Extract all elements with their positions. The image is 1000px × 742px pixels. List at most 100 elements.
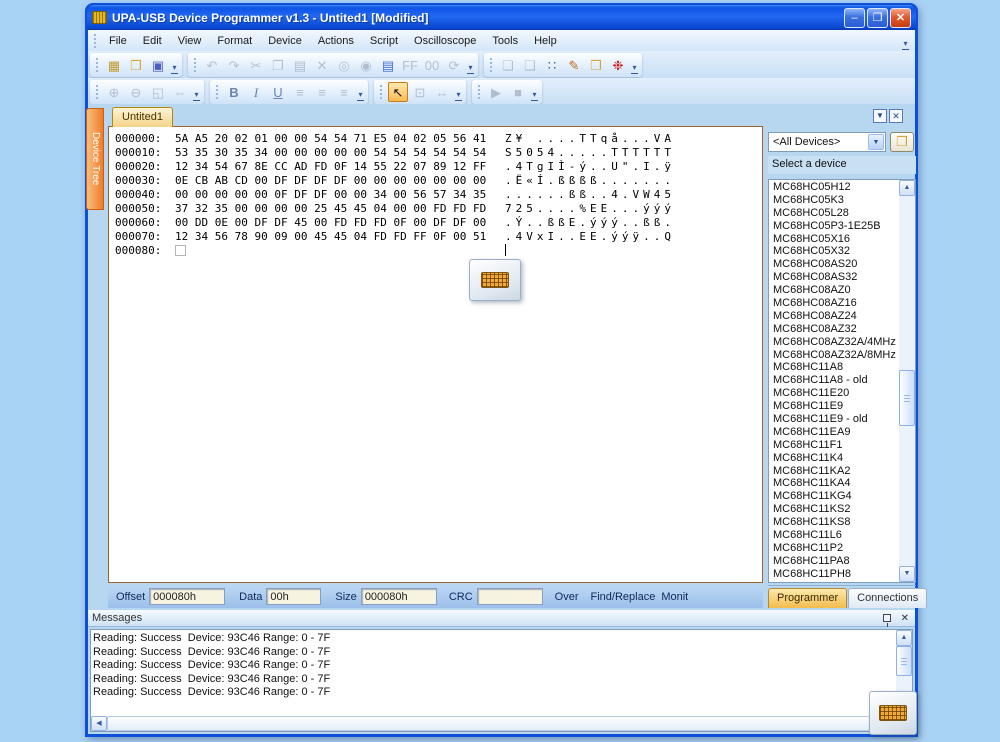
hex-editor[interactable]: 000000: 5A A5 20 02 01 00 00 54 54 71 E5… (108, 126, 763, 583)
device-list-item[interactable]: MC68HC11KG4 (770, 490, 898, 503)
new-file-button[interactable]: ▦ (104, 55, 124, 75)
device-list-item[interactable]: MC68HC08AZ32 (770, 323, 898, 336)
zoom-region-button[interactable]: ⊡ (410, 82, 430, 102)
device-list-item[interactable]: MC68HC08AZ32A/4MHz (770, 336, 898, 349)
refresh-button[interactable]: ⟳ (444, 55, 464, 75)
zoom-in-button[interactable]: ⊕ (104, 82, 124, 102)
align-left-button[interactable]: ≡ (290, 82, 310, 102)
device-list-item[interactable]: MC68HC11A8 - old (770, 374, 898, 387)
minimize-button[interactable]: – (844, 7, 865, 28)
edit-script-button[interactable]: ✎ (564, 55, 584, 75)
device-list-scrollbar[interactable]: ▲ ▼ (899, 180, 915, 582)
device-list-item[interactable]: MC68HC11K4 (770, 452, 898, 465)
device-list-item[interactable]: MC68HC11KS2 (770, 503, 898, 516)
device-list-item[interactable]: MC68HC05H12 (770, 181, 898, 194)
delete-button[interactable]: ✕ (312, 55, 332, 75)
toolbar-overflow-chevron[interactable]: ▾ (529, 83, 540, 101)
close-button[interactable]: ✕ (890, 7, 911, 28)
monitor-toggle[interactable]: Monit (661, 591, 688, 603)
hex-ascii[interactable]: .Ë«Í.ßßßß....... (505, 174, 675, 188)
menu-item[interactable]: Oscilloscope (406, 32, 484, 50)
device-list-item[interactable]: MC68HC11E9 - old (770, 413, 898, 426)
copy-button[interactable]: ❐ (268, 55, 288, 75)
find-next-button[interactable]: ◉ (356, 55, 376, 75)
device-list-item[interactable]: MC68HC11A8 (770, 361, 898, 374)
device-list-item[interactable]: MC68HC11P2 (770, 542, 898, 555)
tab-programmer[interactable]: Programmer (768, 588, 848, 608)
size-field[interactable]: 000080h (360, 588, 437, 605)
data-field[interactable]: 00h (266, 588, 322, 605)
menu-item[interactable]: View (170, 32, 210, 50)
cut-button[interactable]: ✂ (246, 55, 266, 75)
scroll-down-button[interactable]: ▼ (899, 566, 915, 582)
underline-button[interactable]: U (268, 82, 288, 102)
paste-button[interactable]: ▤ (290, 55, 310, 75)
menu-item[interactable]: Format (209, 32, 260, 50)
device-list-item[interactable]: MC68HC11PH8 (770, 568, 898, 581)
pin-icon[interactable] (882, 614, 891, 627)
menubar-grip[interactable] (93, 33, 98, 48)
redo-button[interactable]: ↷ (224, 55, 244, 75)
offset-field[interactable]: 000080h (149, 588, 226, 605)
device-list-item[interactable]: MC68HC05P3-1E25B (770, 220, 898, 233)
fit-page-button[interactable]: ◱ (148, 82, 168, 102)
device-list-item[interactable]: MC68HC08AZ0 (770, 284, 898, 297)
run-button[interactable]: ▶ (486, 82, 506, 102)
restore-button[interactable]: ❐ (867, 7, 888, 28)
messages-hscrollbar[interactable]: ◀ (91, 716, 896, 731)
hex-ascii[interactable]: .Ý..ßßE.ýýý..ßß. (505, 216, 675, 230)
device-folder-button[interactable]: ❒ (586, 55, 606, 75)
toolbar-overflow-chevron[interactable]: ▾ (191, 83, 202, 101)
next-page-button[interactable]: ❏ (520, 55, 540, 75)
scrollbar-thumb[interactable] (899, 370, 915, 426)
toolbar-overflow-chevron[interactable]: ▾ (629, 56, 640, 74)
hex-ascii[interactable]: ......ßß..4.VW45 (505, 188, 675, 202)
device-list-item[interactable]: MC68HC08AS32 (770, 271, 898, 284)
scrollbar-thumb[interactable] (896, 646, 912, 676)
zoom-out-button[interactable]: ⊖ (126, 82, 146, 102)
hex-selection-box[interactable] (175, 245, 186, 256)
save-button[interactable]: ▣ (148, 55, 168, 75)
chevron-down-icon[interactable]: ▼ (868, 134, 884, 150)
device-list-item[interactable]: MC68HC05K3 (770, 194, 898, 207)
tab-connections[interactable]: Connections (848, 588, 928, 608)
hex-ascii[interactable]: .4TgIÌ-ý..U".I.ÿ (505, 160, 675, 174)
device-list-item[interactable]: MC68HC05X16 (770, 233, 898, 246)
scroll-up-button[interactable]: ▲ (896, 630, 912, 646)
italic-button[interactable]: I (246, 82, 266, 102)
device-list-item[interactable]: MC68HC11E9 (770, 400, 898, 413)
toolbar-grip[interactable] (477, 84, 482, 99)
menu-item[interactable]: File (101, 32, 135, 50)
open-device-button[interactable]: ❒ (890, 132, 914, 152)
view-document-button[interactable]: ▤ (378, 55, 398, 75)
device-list-item[interactable]: MC68HC08AZ24 (770, 310, 898, 323)
device-list-item[interactable]: MC68HC11L6 (770, 529, 898, 542)
device-list-item[interactable]: MC68HC11KS8 (770, 516, 898, 529)
stop-button[interactable]: ■ (508, 82, 528, 102)
document-tab[interactable]: Untited1 (112, 107, 173, 127)
toolbar-grip[interactable] (379, 84, 384, 99)
hex-bytes[interactable]: 0E CB AB CD 00 DF DF DF DF 00 00 00 00 0… (175, 174, 493, 188)
device-list-item[interactable]: MC68HC08AS20 (770, 258, 898, 271)
hex-bytes[interactable]: 37 32 35 00 00 00 00 25 45 45 04 00 00 F… (175, 202, 493, 216)
device-filter-select[interactable]: <All Devices> ▼ (768, 132, 886, 152)
device-list-item[interactable]: MC68HC11EA9 (770, 426, 898, 439)
grid-button[interactable]: ∷ (542, 55, 562, 75)
device-list-item[interactable]: MC68HC11F1 (770, 439, 898, 452)
onscreen-keyboard-button[interactable] (469, 259, 521, 301)
menu-item[interactable]: Edit (135, 32, 170, 50)
device-list-item[interactable]: MC68HC11PA8 (770, 555, 898, 568)
measure-width-button[interactable]: ↔ (432, 82, 452, 102)
menu-item[interactable]: Actions (310, 32, 362, 50)
toolbar-overflow-chevron[interactable]: ▾ (465, 56, 476, 74)
toolbar-overflow-chevron[interactable]: ▾ (169, 56, 180, 74)
toolbar-grip[interactable] (95, 57, 100, 72)
fit-width-button[interactable]: ⇔ (170, 82, 190, 102)
scroll-left-button[interactable]: ◀ (91, 716, 107, 731)
fill-00-button[interactable]: 00 (422, 55, 442, 75)
hex-bytes[interactable]: 00 DD 0E 00 DF DF 45 00 FD FD FD 0F 00 D… (175, 216, 493, 230)
hex-bytes[interactable]: 00 00 00 00 00 0F DF DF 00 00 34 00 56 5… (175, 188, 493, 202)
hex-ascii[interactable]: Z¥ ....TTqå...VA (505, 132, 675, 146)
device-list-item[interactable]: MC68HC11E20 (770, 387, 898, 400)
menubar-overflow-chevron[interactable]: ▾ (900, 32, 911, 50)
